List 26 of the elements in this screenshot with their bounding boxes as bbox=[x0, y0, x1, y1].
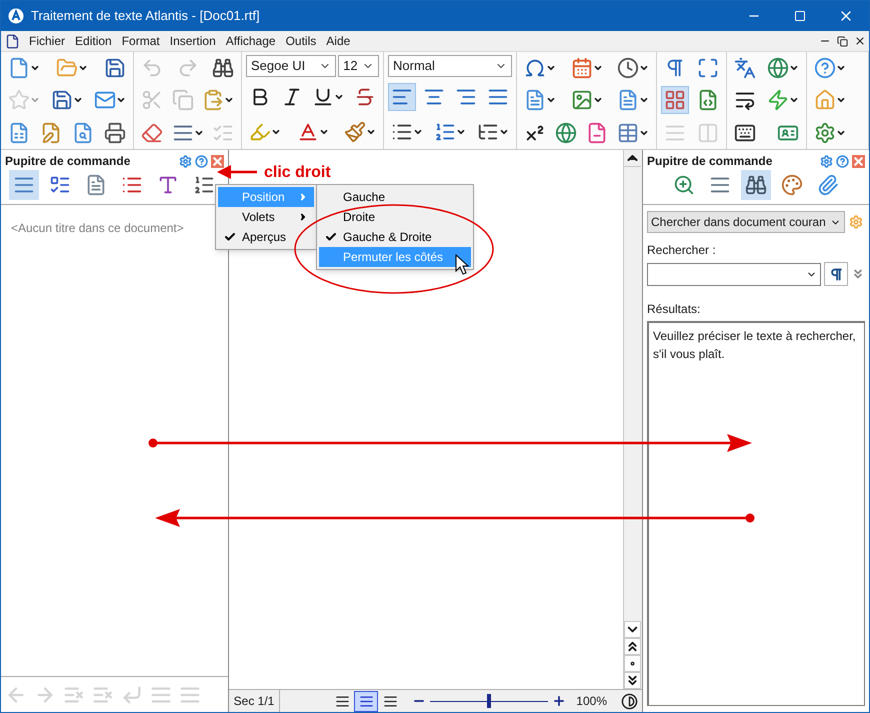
results-message: Veuillez préciser le texte à rechercher, s'il vous plaît. bbox=[653, 328, 857, 363]
menu-item[interactable]: Droite bbox=[319, 207, 471, 227]
menu-item[interactable]: Aide bbox=[321, 32, 356, 50]
search-scope-dropdown[interactable]: Chercher dans document couran bbox=[647, 211, 845, 233]
combo-box[interactable]: 12 bbox=[338, 55, 379, 78]
menu-item[interactable]: Edition bbox=[70, 32, 117, 50]
search-label: Rechercher : bbox=[647, 242, 717, 259]
panel-title: Pupitre de commande bbox=[5, 153, 130, 170]
menu-item[interactable]: Outils bbox=[280, 32, 322, 50]
menu-item[interactable]: Fichier bbox=[24, 32, 70, 50]
annotation-label: clic droit bbox=[264, 163, 331, 183]
menu-item[interactable]: Format bbox=[116, 32, 165, 50]
results-label: Résultats: bbox=[647, 301, 702, 318]
panel-title: Pupitre de commande bbox=[647, 153, 772, 170]
menu-item[interactable]: Insertion bbox=[164, 32, 221, 50]
menu-item[interactable]: Volets bbox=[218, 207, 314, 227]
menu-item[interactable]: Aperçus bbox=[218, 227, 314, 247]
zoom-reading: 100% bbox=[575, 693, 608, 710]
menu-item[interactable]: Gauche bbox=[319, 187, 471, 207]
section-indicator: Sec 1/1 bbox=[228, 690, 280, 712]
empty-outline-text: <Aucun titre dans ce document> bbox=[10, 220, 185, 237]
menu-item[interactable]: Gauche & Droite bbox=[319, 227, 471, 247]
combo-box[interactable]: Segoe UI bbox=[246, 55, 336, 78]
window-title: Traitement de texte Atlantis - [Doc01.rtf] bbox=[31, 7, 261, 26]
menu-item[interactable]: Affichage bbox=[220, 32, 281, 50]
combo-box[interactable]: Normal bbox=[388, 55, 512, 78]
